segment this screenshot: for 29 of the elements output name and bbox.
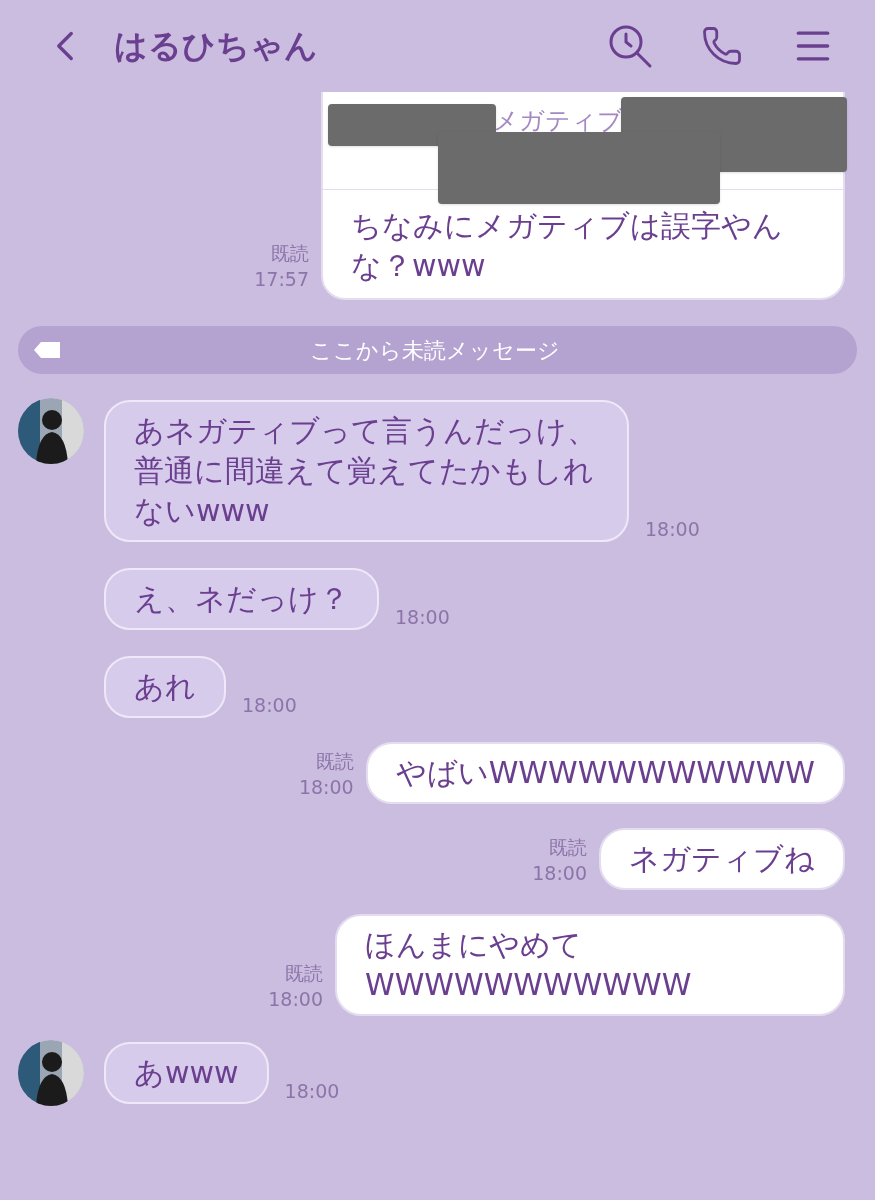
message-bubble[interactable]: やばいWWWWWWWWWWW (365, 742, 845, 804)
avatar[interactable] (18, 1040, 84, 1106)
message-time: 18:00 (268, 987, 323, 1012)
avatar[interactable] (18, 398, 84, 464)
read-receipt: 既読 (271, 241, 309, 266)
read-receipt: 既読 (285, 961, 323, 986)
message-text: ちなみにメガティブは誤字やんな？www (350, 207, 784, 285)
message-time: 18:00 (395, 605, 450, 630)
quoted-text: メガティブ (493, 105, 623, 137)
message-bubble[interactable]: あれ (104, 656, 226, 718)
reply-bubble[interactable]: メガティブ ちなみにメガティブは誤字やんな？www (321, 92, 845, 300)
search-clock-icon[interactable] (607, 23, 653, 69)
divider-label: ここから未読メッセージ (308, 336, 561, 365)
message-time: 18:00 (645, 517, 700, 542)
message-time: 18:00 (242, 693, 297, 718)
message-bubble[interactable]: ほんまにやめてWWWWWWWWWWW (335, 914, 845, 1016)
message-time: 18:00 (284, 1079, 340, 1104)
message-bubble[interactable]: あネガティブって言うんだっけ、普通に間違えて覚えてたかもしれないwww (104, 400, 629, 542)
message-time: 18:00 (298, 775, 354, 800)
phone-icon[interactable] (701, 25, 743, 67)
message-time: 18:00 (532, 861, 587, 886)
read-receipt: 既読 (315, 749, 354, 774)
message-bubble[interactable]: え、ネだっけ？ (104, 568, 379, 630)
read-receipt: 既読 (549, 835, 587, 860)
tag-icon (34, 342, 60, 358)
message-bubble[interactable]: ネガティブね (599, 828, 845, 890)
chat-title: はるひちゃん (114, 25, 318, 68)
message-bubble[interactable]: あwww (104, 1042, 269, 1104)
message-time: 17:57 (254, 267, 309, 292)
